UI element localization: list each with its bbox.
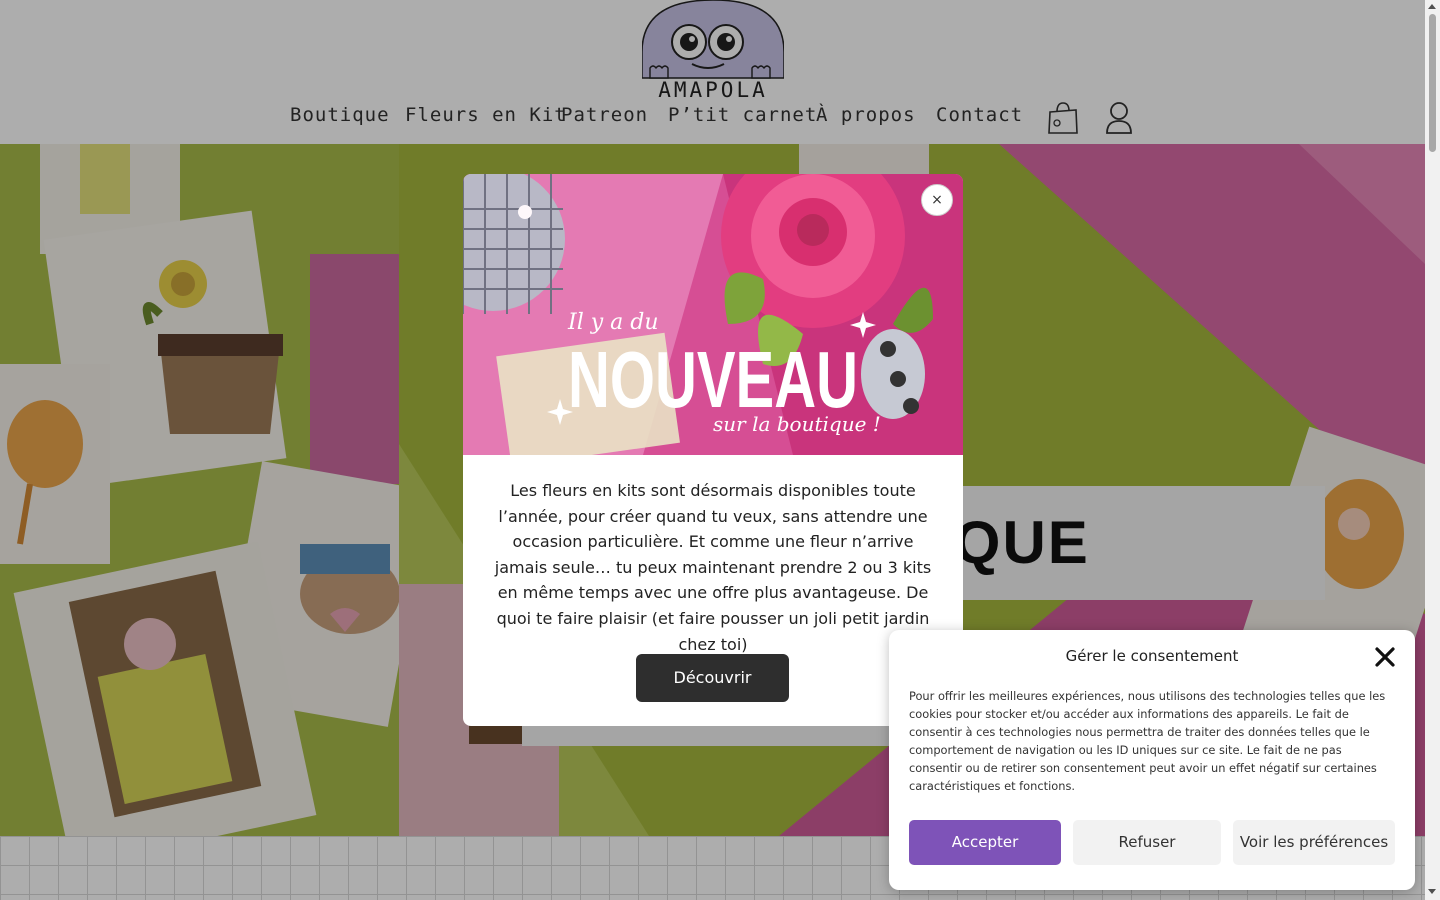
promo-line-1: Il y a du xyxy=(567,310,659,335)
promo-modal: Il y a du NOUVEAU sur la boutique ! × Le… xyxy=(463,174,963,726)
cookie-close-icon[interactable] xyxy=(1373,645,1397,669)
promo-headline: NOUVEAU xyxy=(568,335,858,424)
promo-line-3: sur la boutique ! xyxy=(713,412,881,436)
cookie-title: Gérer le consentement xyxy=(1065,647,1239,665)
cookie-description: Pour offrir les meilleures expériences, … xyxy=(909,689,1386,793)
accept-button[interactable]: Accepter xyxy=(909,820,1061,865)
promo-body-text: Les fleurs en kits sont désormais dispon… xyxy=(494,481,932,654)
discover-button[interactable]: Découvrir xyxy=(636,654,789,702)
scroll-thumb[interactable] xyxy=(1429,14,1436,152)
scroll-down-arrow-icon[interactable] xyxy=(1428,889,1436,894)
promo-close-button[interactable]: × xyxy=(921,184,953,216)
page-scrollbar[interactable] xyxy=(1425,0,1440,900)
refuse-button[interactable]: Refuser xyxy=(1073,820,1221,865)
googly-eyes-stack xyxy=(861,329,925,419)
preferences-button[interactable]: Voir les préférences xyxy=(1233,820,1395,865)
cookie-consent-banner: Gérer le consentement Pour offrir les me… xyxy=(889,630,1415,890)
promo-image: Il y a du NOUVEAU sur la boutique ! xyxy=(463,174,963,455)
scroll-up-arrow-icon[interactable] xyxy=(1428,4,1436,9)
